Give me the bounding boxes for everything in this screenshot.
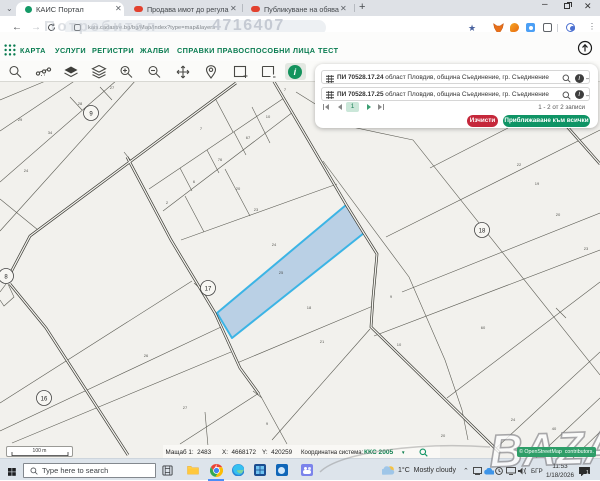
- svg-text:24: 24: [24, 168, 29, 173]
- svg-text:19: 19: [535, 181, 540, 186]
- svg-text:18: 18: [307, 305, 312, 310]
- svg-text:24: 24: [272, 242, 277, 247]
- svg-text:67: 67: [246, 135, 251, 140]
- svg-text:16: 16: [41, 397, 48, 403]
- svg-text:28: 28: [78, 101, 83, 106]
- svg-text:60: 60: [481, 325, 486, 330]
- svg-text:29: 29: [18, 117, 23, 122]
- svg-text:23: 23: [584, 246, 589, 251]
- svg-text:26: 26: [144, 353, 149, 358]
- svg-text:20: 20: [556, 212, 561, 217]
- svg-text:76: 76: [218, 157, 223, 162]
- svg-text:22: 22: [517, 162, 522, 167]
- svg-text:10: 10: [397, 342, 402, 347]
- svg-text:20: 20: [236, 186, 241, 191]
- svg-text:10: 10: [266, 114, 271, 119]
- svg-text:18: 18: [479, 229, 486, 235]
- svg-text:27: 27: [110, 85, 115, 90]
- svg-text:17: 17: [205, 287, 212, 293]
- svg-text:21: 21: [320, 339, 325, 344]
- svg-text:34: 34: [48, 130, 53, 135]
- svg-text:27: 27: [183, 405, 188, 410]
- svg-text:23: 23: [254, 207, 259, 212]
- svg-text:25: 25: [279, 270, 284, 275]
